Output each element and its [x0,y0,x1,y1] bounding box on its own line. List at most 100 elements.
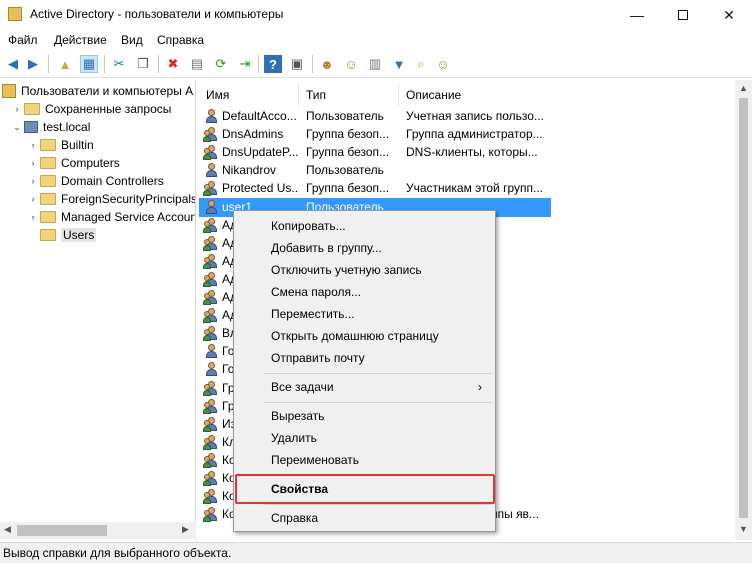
console-icon[interactable]: ▣ [288,55,306,73]
close-button[interactable]: ✕ [706,0,752,30]
table-row[interactable]: Nikandrov Пользователь [199,161,551,180]
group-icon [203,290,218,305]
menu-item-delete[interactable]: Удалить [235,427,494,449]
scroll-up-icon[interactable]: ▲ [739,83,748,93]
expand-arrow-icon[interactable]: › [10,104,24,114]
refresh-icon[interactable]: ⟳ [212,55,230,73]
group-icon [203,489,218,505]
list-vertical-scrollbar[interactable]: ▲ ▼ [735,80,752,540]
group-icon [203,308,218,324]
cell-description: DNS-клиенты, которы... [406,145,538,160]
tree-item-computers[interactable]: › Computers [26,154,120,172]
folder-icon [40,139,56,151]
add-group-icon[interactable]: ☺ [342,55,360,73]
tree-item-builtin[interactable]: › Builtin [26,136,94,154]
expand-arrow-icon[interactable]: › [26,140,40,150]
toolbar: ◀ ▶ ▲ ▦ ✂ ❐ ✖ ▤ ⟳ ⇥ ? ▣ ☻ ☺ ▥ ▼ ⌕ ☺ [0,50,752,78]
menu-view[interactable]: Вид [121,33,143,47]
folder-icon [40,193,56,205]
cut-icon[interactable]: ✂ [110,55,128,73]
expand-arrow-icon[interactable]: › [26,194,40,204]
group-icon [203,380,218,396]
expand-arrow-icon[interactable]: › [26,158,40,168]
menu-item-all-tasks[interactable]: Все задачи › [235,376,494,398]
window-title: Active Directory - пользователи и компью… [30,7,284,21]
maximize-button[interactable] [660,0,706,30]
expand-arrow-icon[interactable]: › [26,212,40,222]
menu-bar: Файл Действие Вид Справка [0,30,752,50]
menu-file[interactable]: Файл [8,33,38,47]
group-icon [203,253,218,269]
tree-root[interactable]: Пользователи и компьютеры А [2,82,193,100]
cell-type: Группа безоп... [306,145,390,160]
column-header-type[interactable]: Тип [299,84,399,106]
status-text: Вывод справки для выбранного объекта. [3,546,232,560]
menu-help[interactable]: Справка [157,33,204,47]
tree-horizontal-scrollbar[interactable]: ◀ ▶ [0,522,196,539]
scroll-thumb[interactable] [739,98,748,518]
domain-icon [24,121,38,133]
tree-item-domain[interactable]: ⌄ test.local [10,118,90,136]
menu-item-rename[interactable]: Переименовать [235,449,494,471]
menu-item-send-mail[interactable]: Отправить почту [235,347,494,369]
column-header-description[interactable]: Описание [399,84,551,106]
delete-icon[interactable]: ✖ [164,55,182,73]
folder-icon [24,103,40,115]
menu-separator [264,402,492,403]
tree-item-domain-controllers[interactable]: › Domain Controllers [26,172,164,190]
user-icon [204,362,218,377]
add-user-icon[interactable]: ☻ [318,55,336,73]
scroll-thumb[interactable] [17,525,107,536]
menu-item-disable-account[interactable]: Отключить учетную запись [235,259,494,281]
folder-open-icon [40,229,56,241]
scroll-right-icon[interactable]: ▶ [182,524,189,535]
properties-icon[interactable]: ▤ [188,55,206,73]
table-row[interactable]: DnsUpdateP... Группа безоп... DNS-клиенты,… [199,143,551,162]
tree-item-foreign-security-principals[interactable]: › ForeignSecurityPrincipals [26,190,196,208]
tree-item-managed-service-accounts[interactable]: › Managed Service Accounts [26,208,196,226]
show-tree-icon[interactable]: ▦ [80,55,98,73]
menu-item-add-to-group[interactable]: Добавить в группу... [235,237,494,259]
tree-item-users[interactable]: Users [26,226,97,244]
back-icon[interactable]: ◀ [4,55,22,73]
group-icon [203,127,218,143]
root-icon [2,84,16,98]
table-row[interactable]: Protected Us... Группа безоп... Участникам… [199,179,551,198]
menu-action[interactable]: Действие [54,33,107,47]
cell-type: Группа безоп... [306,127,390,142]
group-icon [203,326,218,342]
menu-item-all-tasks-label: Все задачи [271,380,334,394]
copy-icon[interactable]: ❐ [134,55,152,73]
menu-item-help[interactable]: Справка [235,507,494,529]
menu-item-open-home-page[interactable]: Открыть домашнюю страницу [235,325,494,347]
up-folder-icon[interactable]: ▲ [56,55,74,73]
add-to-group-icon[interactable]: ☺ [434,55,452,73]
column-header-name[interactable]: Имя [199,84,299,106]
user-icon [204,344,218,359]
table-row[interactable]: DnsAdmins Группа безоп... Группа администр… [199,125,551,144]
forward-icon[interactable]: ▶ [24,55,42,73]
submenu-arrow-icon: › [478,380,482,394]
menu-item-move[interactable]: Переместить... [235,303,494,325]
minimize-button[interactable]: — [614,0,660,30]
group-icon [203,235,218,251]
collapse-arrow-icon[interactable]: ⌄ [10,122,24,133]
scroll-down-icon[interactable]: ▼ [739,524,748,534]
expand-arrow-icon[interactable]: › [26,176,40,186]
menu-item-cut[interactable]: Вырезать [235,405,494,427]
app-icon [8,7,22,21]
table-row[interactable]: DefaultAcco... Пользователь Учетная запись… [199,107,551,126]
menu-item-reset-password[interactable]: Смена пароля... [235,281,494,303]
filter-icon[interactable]: ▼ [390,55,408,73]
find-icon[interactable]: ⌕ [412,55,430,73]
cell-name: DnsUpdateP... [222,145,299,160]
menu-separator [264,504,492,505]
tree-item-saved-queries[interactable]: › Сохраненные запросы [10,100,172,118]
export-icon[interactable]: ⇥ [236,55,254,73]
status-bar: Вывод справки для выбранного объекта. [0,542,752,563]
add-ou-icon[interactable]: ▥ [366,55,384,73]
scroll-left-icon[interactable]: ◀ [4,524,11,535]
menu-item-copy[interactable]: Копировать... [235,215,494,237]
cell-name: DnsAdmins [222,127,284,142]
help-icon[interactable]: ? [264,55,282,73]
